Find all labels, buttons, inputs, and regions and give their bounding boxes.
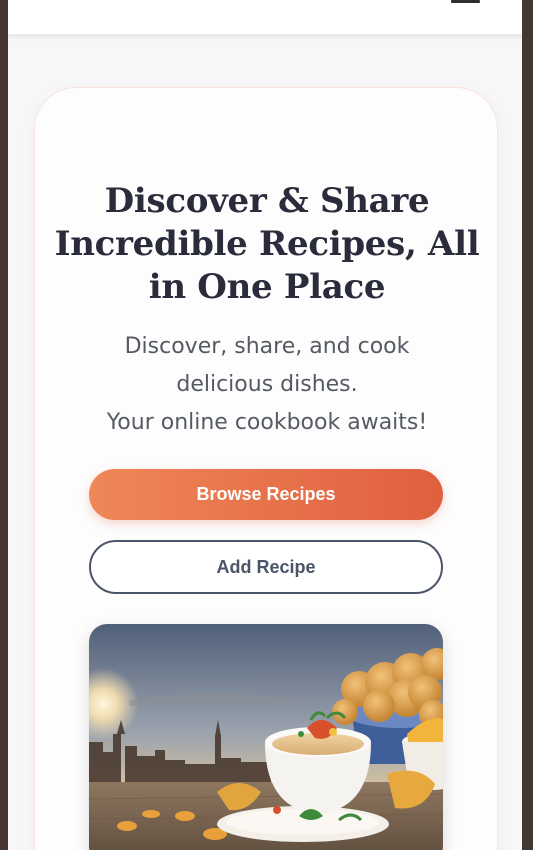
hero-title: Discover & Share Incredible Recipes, All… (35, 180, 499, 309)
add-recipe-button[interactable]: Add Recipe (89, 540, 443, 594)
hero-food-image (89, 624, 443, 850)
hamburger-menu-icon[interactable] (451, 0, 480, 3)
browse-recipes-button[interactable]: Browse Recipes (89, 469, 443, 520)
hero-subtitle-line: delicious dishes. (176, 372, 358, 397)
page-viewport: Discover & Share Incredible Recipes, All… (8, 0, 522, 850)
food-photo-illustration (89, 624, 443, 850)
hero-title-text: Discover & Share Incredible Recipes, All… (54, 181, 480, 307)
top-navigation-bar (8, 0, 522, 35)
hero-subtitle-line: Your online cookbook awaits! (106, 410, 428, 435)
hero-subtitle: Discover, share, and cook delicious dish… (35, 328, 499, 442)
hero-card: Discover & Share Incredible Recipes, All… (34, 87, 498, 850)
hero-subtitle-line: Discover, share, and cook (124, 334, 410, 359)
